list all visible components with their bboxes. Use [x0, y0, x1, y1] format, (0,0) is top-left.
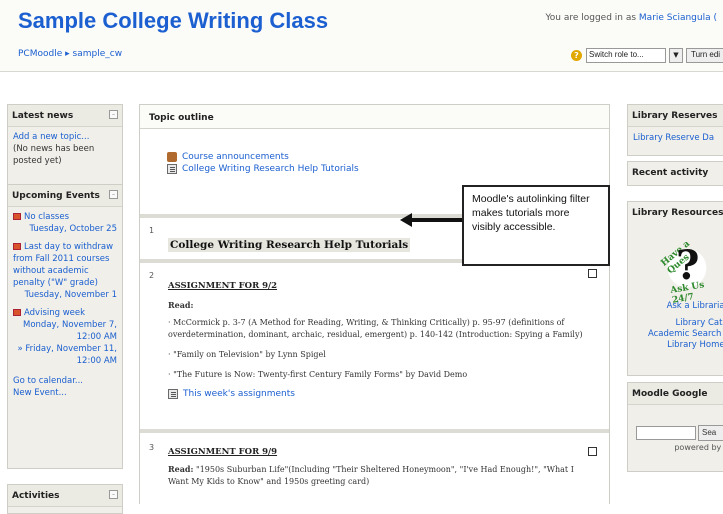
latest-news-body: Add a new topic... (No news has been pos… [8, 127, 122, 171]
section-2: 2 ASSIGNMENT FOR 9/2 Read: · McCormick p… [140, 263, 609, 433]
go-to-calendar-link[interactable]: Go to calendar... [13, 376, 83, 386]
moodle-google-title: Moodle Google [632, 389, 708, 399]
library-resources-header: Library Resources [628, 202, 723, 224]
activities-header: Activities – [8, 485, 122, 507]
resource-icon [168, 389, 178, 399]
activities-block: Activities – [7, 484, 123, 514]
login-user-link[interactable]: Marie Sciangula ( [639, 13, 717, 23]
library-reserves-body: Library Reserve Da [628, 127, 723, 148]
section-3: 3 ASSIGNMENT FOR 9/9 Read: "1950s Suburb… [140, 433, 609, 513]
weekly-assignments-link[interactable]: This week's assignments [168, 389, 588, 399]
highlight-checkbox[interactable] [588, 447, 597, 456]
callout-annotation: Moodle's autolinking filter makes tutori… [462, 185, 610, 266]
library-catalog-link[interactable]: Library Catal [676, 318, 723, 328]
upcoming-events-body: No classes Tuesday, October 25 Last day … [8, 207, 122, 403]
section-number: 2 [149, 271, 155, 280]
event-title[interactable]: Last day to withdraw from Fall 2011 cour… [13, 242, 113, 288]
assignment-title: ASSIGNMENT FOR 9/9 [168, 447, 278, 457]
turn-editing-button[interactable]: Turn edi [686, 47, 723, 63]
event-title[interactable]: Advising week [24, 308, 85, 318]
google-search-row: Sea [636, 425, 723, 441]
library-reserve-link[interactable]: Library Reserve Da [633, 133, 714, 143]
recent-activity-title: Recent activity [632, 168, 709, 178]
section-number: 3 [149, 443, 155, 452]
calendar-icon [13, 309, 21, 316]
event-date[interactable]: Tuesday, October 25 [13, 223, 117, 235]
reading-item: · "Family on Television" by Lynn Spigel [168, 350, 326, 359]
calendar-icon [13, 213, 21, 220]
reading-item: Read: "1950s Suburban Life"(Including "T… [168, 463, 588, 488]
chevron-down-icon[interactable]: ▼ [669, 47, 683, 63]
google-search-button[interactable]: Sea [698, 425, 723, 441]
reading-item: · McCormick p. 3-7 (A Method for Reading… [168, 318, 583, 339]
collapse-icon[interactable]: – [109, 110, 118, 119]
recent-activity-header: Recent activity [628, 162, 723, 184]
event-date[interactable]: Monday, November 7, 12:00 AM [13, 319, 117, 343]
course-announcements-link[interactable]: Course announcements [167, 152, 359, 162]
add-topic-link[interactable]: Add a new topic... [13, 132, 89, 142]
upcoming-events-header: Upcoming Events – [8, 185, 122, 207]
library-reserves-block: Library Reserves Library Reserve Da [627, 104, 723, 156]
event-item[interactable]: Last day to withdraw from Fall 2011 cour… [13, 241, 117, 301]
section-number: 1 [149, 226, 155, 235]
breadcrumb-sep: ▸ [65, 49, 70, 59]
topic-outline-title: Topic outline [149, 113, 214, 123]
library-reserves-header: Library Reserves [628, 105, 723, 127]
collapse-icon[interactable]: – [109, 190, 118, 199]
help-icon[interactable]: ? [571, 49, 582, 61]
moodle-google-block: Moodle Google Sea powered by G [627, 382, 723, 472]
powered-by-text: powered by G [674, 443, 723, 452]
resource-icon [167, 164, 177, 174]
event-date[interactable]: Tuesday, November 1 [13, 289, 117, 301]
no-news-text: (No news has been posted yet) [13, 144, 95, 166]
read-label: Read: [168, 300, 194, 310]
library-homepage-link[interactable]: Library Homep [667, 340, 723, 350]
new-event-link[interactable]: New Event... [13, 388, 67, 398]
link-label[interactable]: College Writing Research Help Tutorials [182, 164, 359, 174]
moodle-google-header: Moodle Google [628, 383, 723, 405]
breadcrumb: PCMoodle ▸ sample_cw [18, 49, 122, 59]
login-info: You are logged in as Marie Sciangula ( [545, 13, 717, 23]
event-title[interactable]: No classes [24, 212, 69, 222]
reading-item: · "The Future is Now: Twenty-first Centu… [168, 370, 468, 379]
upcoming-events-title: Upcoming Events [12, 191, 100, 201]
ask-us-question-icon[interactable]: Have a Ques ? Ask Us 24/7 [657, 238, 717, 306]
role-bar: ? Switch role to... ▼ Turn edi [571, 45, 723, 65]
research-help-link[interactable]: College Writing Research Help Tutorials [167, 164, 359, 174]
topic-outline-header: Topic outline [140, 105, 609, 129]
page-header: Sample College Writing Class You are log… [0, 0, 723, 72]
link-label[interactable]: Course announcements [182, 152, 289, 162]
library-resources-body: Ask a Librarian Library Catal Academic S… [628, 297, 723, 355]
event-item[interactable]: Advising week Monday, November 7, 12:00 … [13, 307, 117, 367]
recent-activity-block: Recent activity [627, 161, 723, 186]
breadcrumb-root[interactable]: PCMoodle [18, 49, 62, 59]
academic-search-link[interactable]: Academic Search C [648, 329, 723, 339]
assignment-title: ASSIGNMENT FOR 9/2 [168, 281, 278, 291]
latest-news-title: Latest news [12, 111, 74, 121]
research-help-heading[interactable]: College Writing Research Help Tutorials [168, 238, 411, 252]
library-reserves-title: Library Reserves [632, 111, 718, 121]
link-label[interactable]: This week's assignments [183, 389, 295, 399]
site-title[interactable]: Sample College Writing Class [18, 8, 328, 34]
library-resources-title: Library Resources [632, 208, 723, 218]
event-item[interactable]: No classes Tuesday, October 25 [13, 211, 117, 235]
switch-role-select[interactable]: Switch role to... [586, 47, 666, 63]
callout-arrow-line [410, 218, 462, 222]
forum-icon [167, 152, 177, 162]
read-label: Read: [168, 464, 194, 474]
topic-outline: Topic outline Course announcements Colle… [139, 104, 610, 513]
breadcrumb-course: sample_cw [72, 49, 123, 59]
reading-text: "1950s Suburban Life"(Including "Their S… [168, 465, 574, 486]
calendar-icon [13, 243, 21, 250]
google-search-input[interactable] [636, 426, 696, 440]
collapse-icon[interactable]: – [109, 490, 118, 499]
highlight-checkbox[interactable] [588, 269, 597, 278]
upcoming-events-block: Upcoming Events – No classes Tuesday, Oc… [7, 184, 123, 469]
latest-news-block: Latest news – Add a new topic... (No new… [7, 104, 123, 194]
latest-news-header: Latest news – [8, 105, 122, 127]
event-title[interactable]: » Friday, November 11, 12:00 AM [13, 343, 117, 367]
login-prefix: You are logged in as [545, 13, 639, 23]
